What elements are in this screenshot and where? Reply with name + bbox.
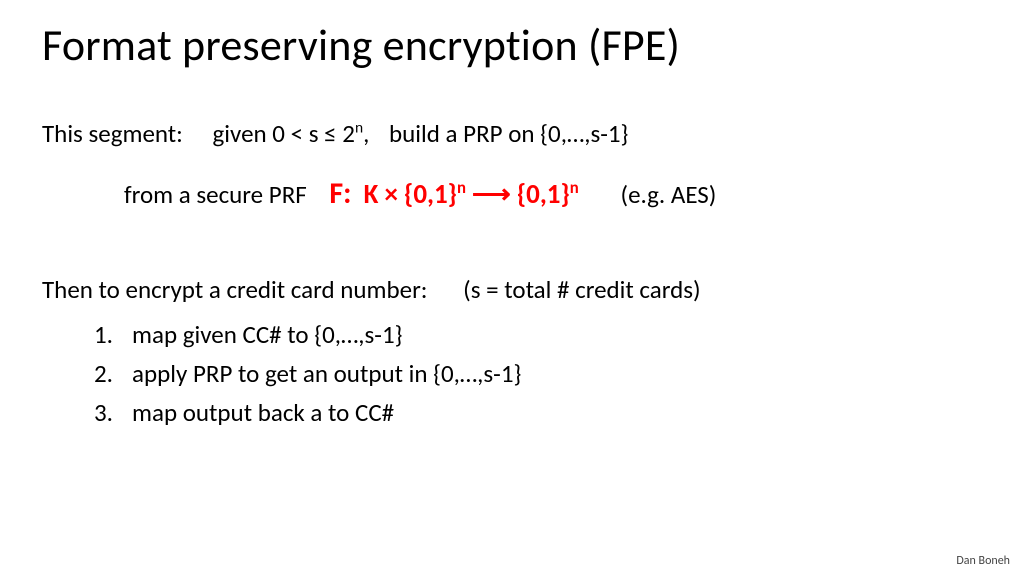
step-number: 1.: [94, 319, 132, 350]
prf-formula: F: K × {0,1}n ⟶ {0,1}n: [329, 178, 585, 211]
prf-f-label: F:: [329, 175, 351, 212]
prf-sup1: n: [457, 178, 466, 198]
step-text: apply PRP to get an output in {0,…,s-1}: [132, 358, 521, 389]
list-item: 3. map output back a to CC#: [94, 397, 982, 428]
list-item: 2. apply PRP to get an output in {0,…,s-…: [94, 358, 982, 389]
prf-formula-2: {0,1}: [517, 178, 570, 211]
then-label: Then to encrypt a credit card number:: [42, 274, 428, 305]
prf-formula-1: K × {0,1}: [364, 178, 457, 211]
prf-example: (e.g. AES): [621, 179, 717, 210]
segment-given-sup: n: [355, 119, 363, 138]
list-item: 1. map given CC# to {0,…,s-1}: [94, 319, 982, 350]
step-number: 3.: [94, 397, 132, 428]
footer-author: Dan Boneh: [956, 554, 1010, 568]
segment-line: This segment: given 0 < s ≤ 2n, build a …: [42, 118, 982, 149]
slide-title: Format preserving encryption (FPE): [42, 18, 982, 72]
then-line: Then to encrypt a credit card number: (s…: [42, 274, 982, 305]
prf-line: from a secure PRF F: K × {0,1}n ⟶ {0,1}n…: [124, 175, 982, 212]
then-note: (s = total # credit cards): [463, 274, 700, 305]
segment-label: This segment:: [42, 118, 183, 149]
prf-arrow: ⟶: [466, 178, 517, 211]
step-text: map output back a to CC#: [132, 397, 394, 428]
segment-given-tail: ,: [363, 118, 369, 149]
segment-build: build a PRP on {0,…,s-1}: [389, 118, 628, 149]
prf-from: from a secure PRF: [124, 179, 307, 210]
step-text: map given CC# to {0,…,s-1}: [132, 319, 402, 350]
prf-sup2: n: [570, 178, 579, 198]
segment-given: given 0 < s ≤ 2: [213, 118, 355, 149]
step-number: 2.: [94, 358, 132, 389]
steps-list: 1. map given CC# to {0,…,s-1} 2. apply P…: [94, 319, 982, 428]
